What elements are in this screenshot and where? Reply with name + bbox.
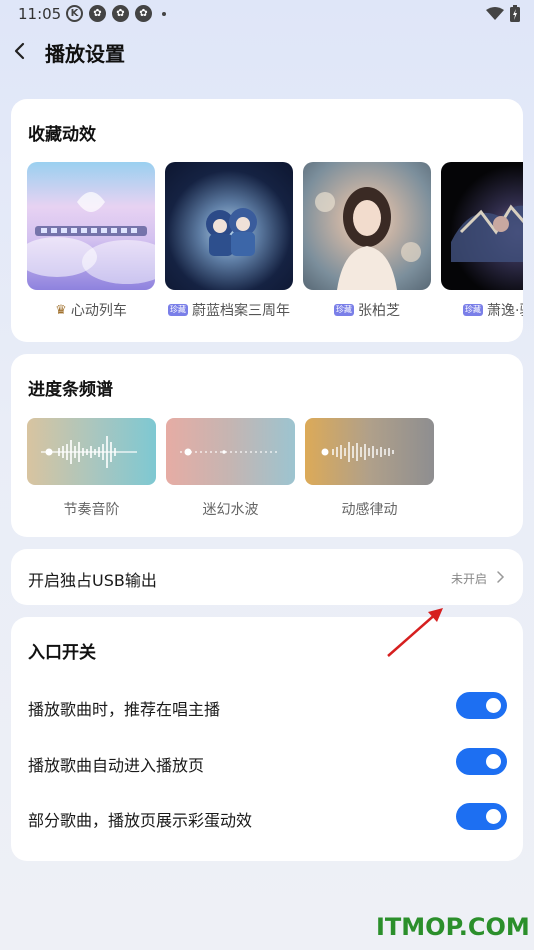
toggle-recommend-host[interactable]: [456, 692, 507, 719]
header: 播放设置: [0, 30, 534, 74]
spectrum-title: 进度条频谱: [28, 380, 113, 400]
spectrum-thumbnail: [166, 418, 295, 485]
collection-badge: 珍藏: [168, 304, 188, 316]
favorite-thumbnail: [441, 162, 523, 290]
battery-icon: [510, 5, 520, 22]
favorite-item[interactable]: 珍藏 张柏芝: [303, 162, 431, 320]
k-icon: K: [66, 5, 83, 22]
toggle-label-recommend-host: 播放歌曲时，推荐在唱主播: [28, 700, 221, 719]
spectrum-thumbnail: [27, 418, 156, 485]
wifi-icon: [486, 6, 504, 20]
favorites-title: 收藏动效: [28, 125, 96, 145]
spectrum-item[interactable]: 节奏音阶: [27, 418, 156, 519]
spectrum-card: 进度条频谱 节奏音阶 迷幻水波 动感律动: [11, 354, 523, 537]
spectrum-label: 动感律动: [341, 502, 398, 518]
spectrum-thumbnail: [305, 418, 434, 485]
status-time: 11:05: [18, 5, 62, 23]
favorite-item[interactable]: 珍藏 蔚蓝档案三周年: [165, 162, 293, 320]
spectrum-label: 迷幻水波: [202, 502, 259, 518]
usb-output-row[interactable]: 开启独占USB输出 未开启: [11, 549, 523, 605]
red-arrow-annotation: [387, 608, 443, 657]
spectrum-label: 节奏音阶: [63, 502, 120, 518]
favorite-thumbnail: [303, 162, 431, 290]
app-icon: ✿: [89, 5, 106, 22]
status-right: [486, 5, 520, 22]
app-icon: ✿: [112, 5, 129, 22]
favorite-thumbnail: [165, 162, 293, 290]
toggle-knob: [486, 698, 501, 713]
entry-title: 入口开关: [28, 643, 96, 663]
favorite-label: 萧逸·驯: [487, 303, 523, 319]
collection-badge: 珍藏: [463, 304, 483, 316]
spectrum-item[interactable]: 动感律动: [305, 418, 434, 519]
app-icon: ✿: [135, 5, 152, 22]
toggle-label-easter-egg: 部分歌曲，播放页展示彩蛋动效: [28, 811, 253, 830]
page-title: 播放设置: [45, 42, 125, 66]
back-button[interactable]: [8, 36, 36, 66]
heart-train-icon: ♛: [55, 302, 67, 318]
spectrum-item[interactable]: 迷幻水波: [166, 418, 295, 519]
favorite-item[interactable]: ♛ 心动列车: [27, 162, 155, 320]
toggle-knob: [486, 754, 501, 769]
more-dot-icon: [162, 12, 166, 16]
favorite-label: 张柏芝: [358, 303, 400, 319]
usb-output-status: 未开启: [450, 572, 487, 586]
favorite-item[interactable]: 珍藏 萧逸·驯: [441, 162, 523, 320]
chevron-left-icon: [14, 42, 25, 60]
favorite-label: 蔚蓝档案三周年: [192, 303, 290, 319]
toggle-easter-egg[interactable]: [456, 803, 507, 830]
favorite-thumbnail: [27, 162, 155, 290]
spectrum-list: 节奏音阶 迷幻水波 动感律动: [27, 418, 457, 528]
toggle-knob: [486, 809, 501, 824]
favorites-card: 收藏动效 ♛ 心动列车 珍藏 蔚蓝档案三周年 珍藏 张柏芝 珍藏 萧逸·: [11, 99, 523, 342]
toggle-auto-player[interactable]: [456, 748, 507, 775]
favorites-list[interactable]: ♛ 心动列车 珍藏 蔚蓝档案三周年 珍藏 张柏芝 珍藏 萧逸·: [27, 162, 523, 327]
collection-badge: 珍藏: [334, 304, 354, 316]
toggle-label-auto-player: 播放歌曲自动进入播放页: [28, 756, 205, 775]
chevron-right-icon: [497, 571, 505, 583]
watermark: ITMOP.COM: [376, 913, 530, 941]
status-icons: K ✿ ✿ ✿: [66, 5, 166, 22]
favorite-label: 心动列车: [70, 303, 127, 319]
status-bar: 11:05 K ✿ ✿ ✿: [0, 0, 534, 28]
usb-output-label: 开启独占USB输出: [28, 571, 157, 590]
